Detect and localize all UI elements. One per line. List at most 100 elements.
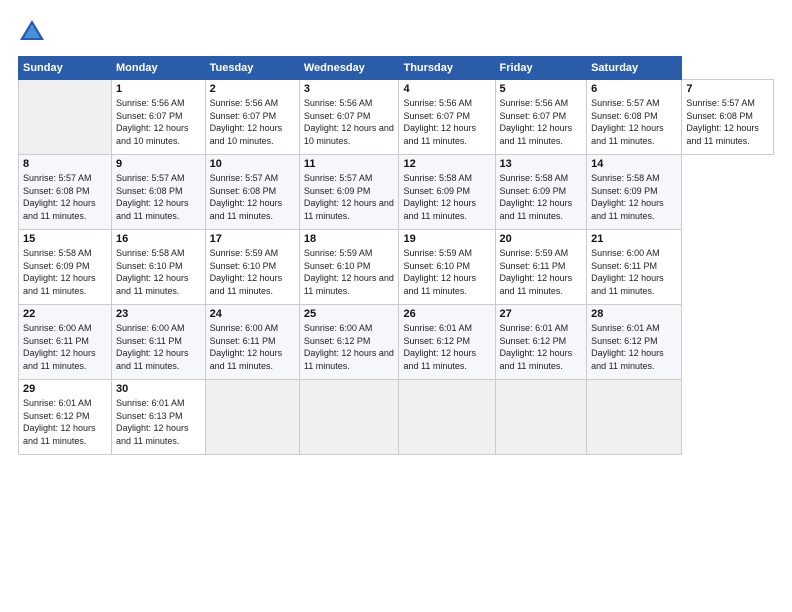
day-number: 15 [23,233,107,245]
day-info: Sunrise: 5:56 AMSunset: 6:07 PMDaylight:… [403,97,490,147]
table-row: 25 Sunrise: 6:00 AMSunset: 6:12 PMDayligh… [299,305,399,380]
day-number: 26 [403,308,490,320]
day-number: 29 [23,383,107,395]
table-row: 26 Sunrise: 6:01 AMSunset: 6:12 PMDayligh… [399,305,495,380]
day-info: Sunrise: 5:59 AMSunset: 6:10 PMDaylight:… [403,247,490,297]
day-number: 13 [500,158,583,170]
day-info: Sunrise: 6:01 AMSunset: 6:12 PMDaylight:… [23,397,107,447]
table-row: 1 Sunrise: 5:56 AMSunset: 6:07 PMDaylight… [112,80,206,155]
col-header-thursday: Thursday [399,57,495,80]
day-number: 25 [304,308,395,320]
day-info: Sunrise: 5:57 AMSunset: 6:08 PMDaylight:… [686,97,769,147]
table-row [495,380,587,455]
table-row: 20 Sunrise: 5:59 AMSunset: 6:11 PMDayligh… [495,230,587,305]
day-info: Sunrise: 5:58 AMSunset: 6:09 PMDaylight:… [591,172,677,222]
col-header-wednesday: Wednesday [299,57,399,80]
day-info: Sunrise: 6:00 AMSunset: 6:11 PMDaylight:… [591,247,677,297]
day-info: Sunrise: 5:57 AMSunset: 6:08 PMDaylight:… [116,172,201,222]
day-info: Sunrise: 6:01 AMSunset: 6:13 PMDaylight:… [116,397,201,447]
table-row: 9 Sunrise: 5:57 AMSunset: 6:08 PMDaylight… [112,155,206,230]
calendar-table: SundayMondayTuesdayWednesdayThursdayFrid… [18,56,774,455]
col-header-tuesday: Tuesday [205,57,299,80]
day-info: Sunrise: 6:00 AMSunset: 6:11 PMDaylight:… [23,322,107,372]
col-header-friday: Friday [495,57,587,80]
day-info: Sunrise: 5:56 AMSunset: 6:07 PMDaylight:… [116,97,201,147]
table-row: 14 Sunrise: 5:58 AMSunset: 6:09 PMDayligh… [587,155,682,230]
table-row: 13 Sunrise: 5:58 AMSunset: 6:09 PMDayligh… [495,155,587,230]
table-row: 21 Sunrise: 6:00 AMSunset: 6:11 PMDayligh… [587,230,682,305]
table-row: 10Sunrise: 5:57 AMSunset: 6:08 PMDayligh… [205,155,299,230]
table-row [205,380,299,455]
table-row: 2 Sunrise: 5:56 AMSunset: 6:07 PMDaylight… [205,80,299,155]
table-row: 22 Sunrise: 6:00 AMSunset: 6:11 PMDayligh… [19,305,112,380]
day-number: 5 [500,83,583,95]
day-number: 14 [591,158,677,170]
day-info: Sunrise: 5:59 AMSunset: 6:10 PMDaylight:… [304,247,395,297]
day-info: Sunrise: 5:58 AMSunset: 6:09 PMDaylight:… [403,172,490,222]
day-info: Sunrise: 5:58 AMSunset: 6:10 PMDaylight:… [116,247,201,297]
day-info: Sunrise: 5:57 AMSunset: 6:09 PMDaylight:… [304,172,395,222]
header [18,18,774,46]
table-row: 24 Sunrise: 6:00 AMSunset: 6:11 PMDayligh… [205,305,299,380]
day-info: Sunrise: 5:57 AMSunset: 6:08 PMDaylight:… [23,172,107,222]
day-number: 6 [591,83,677,95]
table-row: 19 Sunrise: 5:59 AMSunset: 6:10 PMDayligh… [399,230,495,305]
day-number: 23 [116,308,201,320]
day-info: Sunrise: 6:00 AMSunset: 6:12 PMDaylight:… [304,322,395,372]
logo [18,18,48,46]
day-number: 19 [403,233,490,245]
table-row: 3Sunrise: 5:56 AMSunset: 6:07 PMDaylight… [299,80,399,155]
table-row: 16 Sunrise: 5:58 AMSunset: 6:10 PMDayligh… [112,230,206,305]
day-info: Sunrise: 6:00 AMSunset: 6:11 PMDaylight:… [116,322,201,372]
table-row: 18 Sunrise: 5:59 AMSunset: 6:10 PMDayligh… [299,230,399,305]
day-info: Sunrise: 6:01 AMSunset: 6:12 PMDaylight:… [500,322,583,372]
table-row [299,380,399,455]
table-row: 8 Sunrise: 5:57 AMSunset: 6:08 PMDaylight… [19,155,112,230]
col-header-saturday: Saturday [587,57,682,80]
day-info: Sunrise: 5:58 AMSunset: 6:09 PMDaylight:… [500,172,583,222]
day-number: 17 [210,233,295,245]
table-row: 7 Sunrise: 5:57 AMSunset: 6:08 PMDaylight… [682,80,774,155]
day-info: Sunrise: 5:56 AMSunset: 6:07 PMDaylight:… [210,97,295,147]
col-header-monday: Monday [112,57,206,80]
day-number: 3 [304,83,395,95]
table-row: 27Sunrise: 6:01 AMSunset: 6:12 PMDayligh… [495,305,587,380]
day-number: 10 [210,158,295,170]
day-number: 21 [591,233,677,245]
day-info: Sunrise: 5:59 AMSunset: 6:10 PMDaylight:… [210,247,295,297]
empty-cell [19,80,112,155]
table-row [399,380,495,455]
logo-icon [18,18,46,46]
day-number: 1 [116,83,201,95]
table-row: 17 Sunrise: 5:59 AMSunset: 6:10 PMDayligh… [205,230,299,305]
day-number: 18 [304,233,395,245]
table-row: 30Sunrise: 6:01 AMSunset: 6:13 PMDayligh… [112,380,206,455]
day-number: 12 [403,158,490,170]
table-row: 28 Sunrise: 6:01 AMSunset: 6:12 PMDayligh… [587,305,682,380]
day-info: Sunrise: 6:00 AMSunset: 6:11 PMDaylight:… [210,322,295,372]
day-number: 20 [500,233,583,245]
day-info: Sunrise: 5:57 AMSunset: 6:08 PMDaylight:… [591,97,677,147]
table-row: 5 Sunrise: 5:56 AMSunset: 6:07 PMDaylight… [495,80,587,155]
day-info: Sunrise: 5:59 AMSunset: 6:11 PMDaylight:… [500,247,583,297]
table-row: 23 Sunrise: 6:00 AMSunset: 6:11 PMDayligh… [112,305,206,380]
day-info: Sunrise: 5:56 AMSunset: 6:07 PMDaylight:… [500,97,583,147]
page: SundayMondayTuesdayWednesdayThursdayFrid… [0,0,792,612]
day-number: 11 [304,158,395,170]
table-row [587,380,682,455]
day-number: 2 [210,83,295,95]
col-header-sunday: Sunday [19,57,112,80]
day-info: Sunrise: 6:01 AMSunset: 6:12 PMDaylight:… [403,322,490,372]
day-number: 24 [210,308,295,320]
day-number: 9 [116,158,201,170]
day-number: 7 [686,83,769,95]
day-number: 22 [23,308,107,320]
table-row: 15Sunrise: 5:58 AMSunset: 6:09 PMDayligh… [19,230,112,305]
table-row: 4 Sunrise: 5:56 AMSunset: 6:07 PMDaylight… [399,80,495,155]
day-number: 16 [116,233,201,245]
table-row: 12 Sunrise: 5:58 AMSunset: 6:09 PMDayligh… [399,155,495,230]
day-number: 28 [591,308,677,320]
day-number: 4 [403,83,490,95]
day-info: Sunrise: 6:01 AMSunset: 6:12 PMDaylight:… [591,322,677,372]
day-number: 8 [23,158,107,170]
